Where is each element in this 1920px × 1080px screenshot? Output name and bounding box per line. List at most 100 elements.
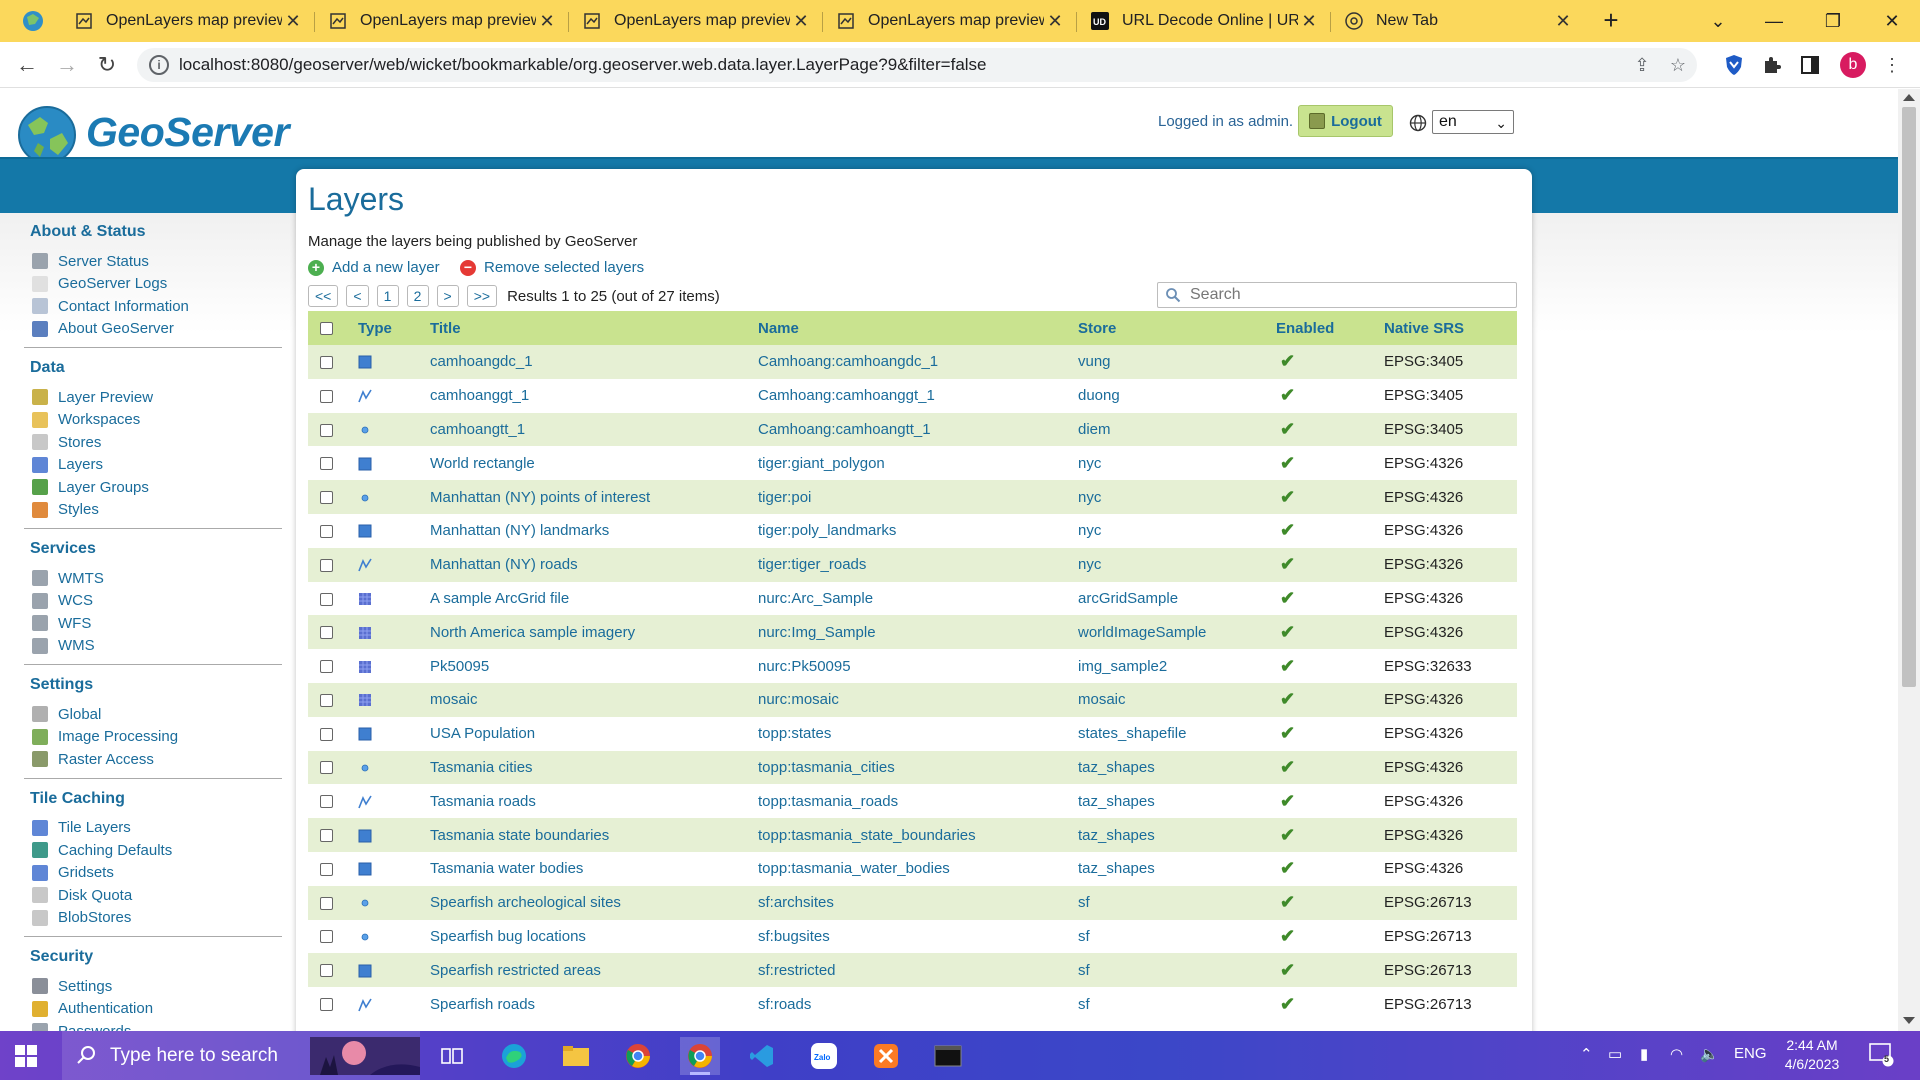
search-box[interactable] [1157, 282, 1517, 308]
column-header-enabled[interactable]: Enabled [1268, 311, 1376, 345]
sidebar-item[interactable]: Styles [24, 499, 282, 522]
vscode-icon[interactable] [742, 1037, 782, 1075]
layer-title-link[interactable]: North America sample imagery [422, 615, 750, 650]
layer-store-link[interactable]: sf [1070, 919, 1268, 954]
layer-store-link[interactable]: mosaic [1070, 682, 1268, 717]
new-tab-button[interactable]: + [1598, 7, 1624, 34]
layer-name-link[interactable]: sf:restricted [750, 953, 1070, 988]
close-tab-icon[interactable]: ✕ [1552, 10, 1574, 32]
sidebar-item[interactable]: Workspaces [24, 409, 282, 432]
layer-title-link[interactable]: Spearfish restricted areas [422, 953, 750, 988]
layer-name-link[interactable]: topp:tasmania_state_boundaries [750, 818, 1070, 852]
layer-store-link[interactable]: nyc [1070, 446, 1268, 481]
bookmark-star-icon[interactable]: ☆ [1667, 54, 1689, 76]
close-tab-icon[interactable]: ✕ [1298, 10, 1320, 32]
sidebar-item[interactable]: About GeoServer [24, 318, 282, 341]
row-checkbox[interactable] [320, 592, 333, 606]
layer-store-link[interactable]: taz_shapes [1070, 784, 1268, 819]
url-text[interactable]: localhost:8080/geoserver/web/wicket/book… [179, 55, 987, 75]
last-page-button[interactable]: >> [466, 285, 498, 307]
layer-store-link[interactable]: arcGridSample [1070, 581, 1268, 616]
layer-title-link[interactable]: Tasmania cities [422, 750, 750, 785]
sidebar-item[interactable]: Server Status [24, 250, 282, 273]
scroll-down-arrow-icon[interactable] [1903, 1017, 1915, 1024]
sidebar-item[interactable]: WMS [24, 635, 282, 658]
layer-title-link[interactable]: A sample ArcGrid file [422, 581, 750, 616]
select-all-checkbox[interactable] [320, 322, 333, 336]
close-tab-icon[interactable]: ✕ [536, 10, 558, 32]
layer-store-link[interactable]: nyc [1070, 513, 1268, 548]
next-page-button[interactable]: > [436, 285, 459, 307]
extension-shield-icon[interactable] [1722, 53, 1746, 77]
notifications-icon[interactable]: 5 [1868, 1041, 1894, 1071]
windows-start-icon[interactable] [14, 1044, 38, 1068]
row-checkbox[interactable] [320, 862, 333, 876]
layer-store-link[interactable]: taz_shapes [1070, 818, 1268, 852]
row-checkbox[interactable] [320, 795, 333, 809]
forward-button[interactable]: → [52, 50, 82, 80]
extensions-puzzle-icon[interactable] [1760, 53, 1784, 77]
close-tab-icon[interactable]: ✕ [282, 10, 304, 32]
layer-name-link[interactable]: topp:tasmania_water_bodies [750, 851, 1070, 886]
meet-now-icon[interactable]: ▭ [1608, 1045, 1622, 1063]
layer-name-link[interactable]: tiger:poi [750, 480, 1070, 514]
layer-title-link[interactable]: Manhattan (NY) roads [422, 547, 750, 582]
layer-title-link[interactable]: Manhattan (NY) points of interest [422, 480, 750, 514]
sidebar-item[interactable]: BlobStores [24, 907, 282, 930]
layer-title-link[interactable]: camhoangdc_1 [422, 345, 750, 379]
geoserver-brand[interactable]: GeoServer [86, 109, 289, 156]
sidebar-item[interactable]: Image Processing [24, 726, 282, 749]
layer-title-link[interactable]: Spearfish bug locations [422, 919, 750, 954]
sidebar-item[interactable]: Tile Layers [24, 817, 282, 840]
layer-title-link[interactable]: Manhattan (NY) landmarks [422, 513, 750, 548]
row-checkbox[interactable] [320, 355, 333, 369]
sidebar-item[interactable]: GeoServer Logs [24, 273, 282, 296]
layer-title-link[interactable]: Tasmania water bodies [422, 851, 750, 886]
layer-store-link[interactable]: sf [1070, 987, 1268, 1021]
row-checkbox[interactable] [320, 660, 333, 674]
row-checkbox[interactable] [320, 829, 333, 843]
browser-tab[interactable]: OpenLayers map preview ✕ [62, 4, 312, 38]
layer-name-link[interactable]: tiger:poly_landmarks [750, 513, 1070, 548]
sidebar-item[interactable]: Gridsets [24, 862, 282, 885]
browser-tab[interactable]: OpenLayers map preview ✕ [316, 4, 566, 38]
layer-store-link[interactable]: img_sample2 [1070, 649, 1268, 683]
layer-store-link[interactable]: vung [1070, 345, 1268, 379]
layer-store-link[interactable]: sf [1070, 953, 1268, 988]
taskbar-clock[interactable]: 2:44 AM 4/6/2023 [1777, 1036, 1847, 1074]
layer-title-link[interactable]: USA Population [422, 716, 750, 751]
sidebar-item[interactable]: Authentication [24, 998, 282, 1021]
terminal-icon[interactable] [928, 1037, 968, 1075]
row-checkbox[interactable] [320, 896, 333, 910]
close-window-button[interactable]: ✕ [1874, 6, 1910, 36]
sidebar-item[interactable]: Global [24, 703, 282, 726]
chrome-profile-icon[interactable] [618, 1037, 658, 1075]
layer-title-link[interactable]: Tasmania roads [422, 784, 750, 819]
row-checkbox[interactable] [320, 693, 333, 707]
language-select[interactable]: en ⌄ [1432, 110, 1514, 134]
side-panel-icon[interactable] [1798, 53, 1822, 77]
page-2-button[interactable]: 2 [406, 285, 429, 307]
layer-name-link[interactable]: tiger:tiger_roads [750, 547, 1070, 582]
column-header-store[interactable]: Store [1070, 311, 1268, 345]
row-checkbox[interactable] [320, 964, 333, 978]
sidebar-item[interactable]: Stores [24, 431, 282, 454]
layer-store-link[interactable]: diem [1070, 412, 1268, 447]
column-header-name[interactable]: Name [750, 311, 1070, 345]
layer-name-link[interactable]: nurc:Pk50095 [750, 649, 1070, 683]
tab-search-chevron-icon[interactable]: ⌄ [1700, 6, 1736, 36]
layer-store-link[interactable]: duong [1070, 378, 1268, 413]
show-hidden-icons-icon[interactable]: ⌃ [1580, 1045, 1593, 1063]
wifi-icon[interactable]: ◠ [1670, 1045, 1683, 1063]
layer-title-link[interactable]: Spearfish roads [422, 987, 750, 1021]
row-checkbox[interactable] [320, 457, 333, 471]
page-1-button[interactable]: 1 [376, 285, 399, 307]
row-checkbox[interactable] [320, 930, 333, 944]
layer-store-link[interactable]: states_shapefile [1070, 716, 1268, 751]
layer-title-link[interactable]: Spearfish archeological sites [422, 885, 750, 920]
layer-title-link[interactable]: Pk50095 [422, 649, 750, 683]
layer-store-link[interactable]: nyc [1070, 480, 1268, 514]
layer-name-link[interactable]: topp:tasmania_roads [750, 784, 1070, 819]
row-checkbox[interactable] [320, 389, 333, 403]
browser-tab[interactable]: New Tab ✕ [1332, 4, 1582, 38]
